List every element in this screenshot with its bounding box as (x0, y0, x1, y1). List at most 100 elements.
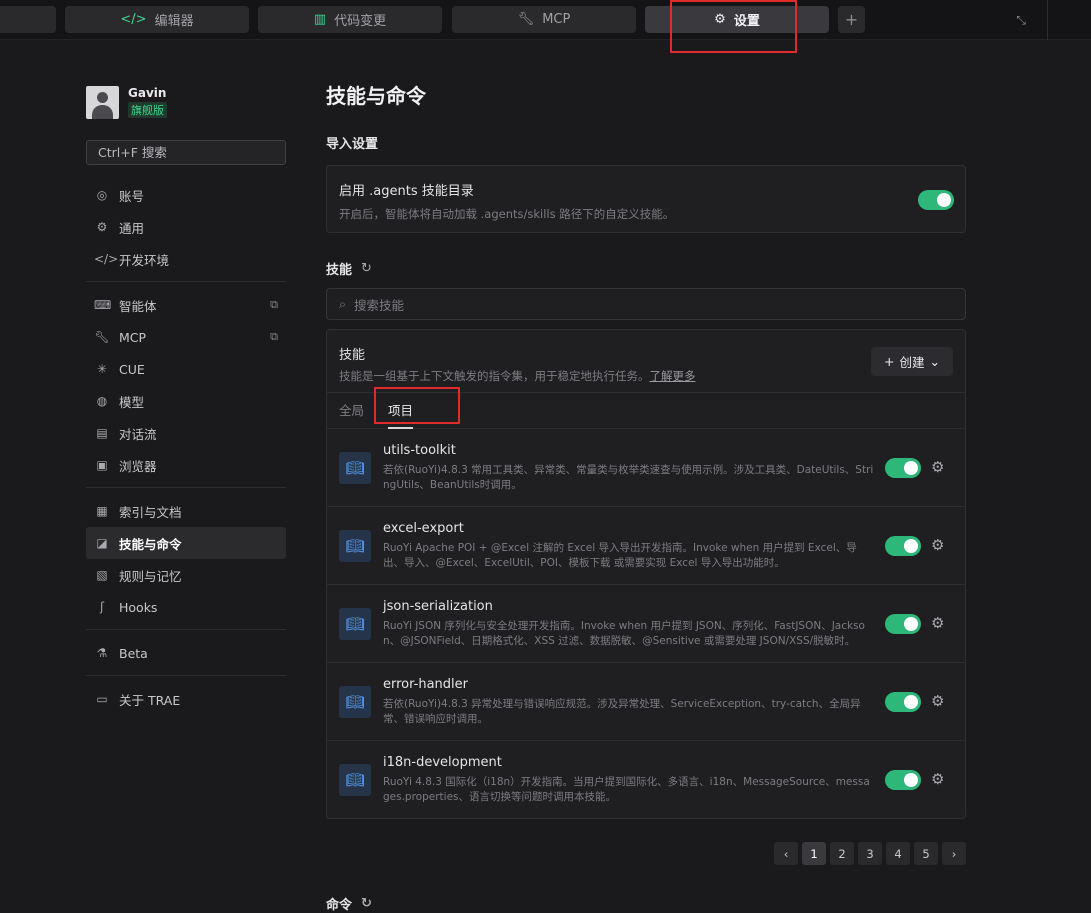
sidebar-item-general[interactable]: ⚙ 通用 (86, 211, 286, 243)
page-button[interactable]: 4 (886, 842, 910, 865)
gear-icon[interactable]: ⚙ (931, 536, 944, 554)
sidebar-item-dev-env[interactable]: </> 开发环境 (86, 243, 286, 275)
tab-previous[interactable] (0, 6, 56, 33)
agents-dir-card: 启用 .agents 技能目录 开启后，智能体将自动加载 .agents/ski… (326, 165, 966, 233)
gear-icon: ⚙ (714, 12, 726, 27)
skill-toggle[interactable] (885, 614, 921, 634)
sidebar-item-model[interactable]: ◍ 模型 (86, 385, 286, 417)
tab-code-changes-label: 代码变更 (334, 14, 387, 29)
tab-mcp[interactable]: 🔧︎ MCP (452, 6, 636, 33)
sidebar-item-about[interactable]: ▭ 关于 TRAE (86, 683, 286, 715)
skills-card-title: 技能 (339, 348, 366, 363)
page-button[interactable]: 3 (858, 842, 882, 865)
diff-icon: ▥ (313, 12, 327, 27)
divider (86, 281, 286, 282)
add-tab-button[interactable]: + (838, 6, 865, 33)
external-window-icon[interactable]: ⧉ (270, 298, 278, 312)
page-button[interactable]: 2 (830, 842, 854, 865)
gear-icon[interactable]: ⚙ (931, 458, 944, 476)
skill-toggle[interactable] (885, 770, 921, 790)
plan-badge: 旗舰版 (128, 102, 167, 118)
sidebar-item-account[interactable]: ◎ 账号 (86, 179, 286, 211)
sidebar-item-label: Beta (119, 645, 148, 661)
skills-search-input[interactable]: ⌕ 搜索技能 (326, 288, 966, 320)
skill-desc: RuoYi JSON 序列化与安全处理开发指南。Invoke when 用户提到… (383, 620, 865, 647)
prev-page-icon[interactable]: ‹ (774, 842, 798, 865)
model-icon: ◍ (96, 394, 108, 408)
sidebar-item-label: 浏览器 (119, 458, 157, 474)
sidebar-item-label: 开发环境 (119, 252, 170, 268)
search-icon: ⌕ (339, 296, 347, 311)
skill-row[interactable]: 📖︎ excel-export RuoYi Apache POI + @Excel … (327, 507, 965, 585)
external-window-icon[interactable]: ⧉ (270, 330, 278, 344)
skill-row[interactable]: 📖︎ utils-toolkit 若依(RuoYi)4.8.3 常用工具类、异常类、… (327, 429, 965, 507)
book-icon: 📖︎ (339, 608, 371, 640)
sidebar-item-label: 智能体 (119, 298, 157, 314)
sidebar-item-hooks[interactable]: ʃ Hooks (86, 591, 286, 623)
sidebar-item-index-docs[interactable]: ▦ 索引与文档 (86, 495, 286, 527)
skill-desc: RuoYi Apache POI + @Excel 注解的 Excel 导入导出… (383, 542, 857, 569)
gear-icon: ⚙ (96, 220, 108, 234)
tab-code-changes[interactable]: ▥ 代码变更 (258, 6, 442, 33)
page-title: 技能与命令 (326, 84, 426, 108)
skills-scope-tabs: 全局 项目 (327, 393, 965, 429)
sidebar-item-beta[interactable]: ⚗ Beta (86, 637, 286, 669)
sidebar-item-skills-commands[interactable]: ◪ 技能与命令 (86, 527, 286, 559)
sidebar-item-label: 技能与命令 (119, 536, 182, 552)
sidebar-item-browser[interactable]: ▣ 浏览器 (86, 449, 286, 481)
sidebar-item-agent[interactable]: ⌨ 智能体 ⧉ (86, 289, 286, 321)
skill-toggle[interactable] (885, 692, 921, 712)
nav-group-account: ◎ 账号 ⚙ 通用 </> 开发环境 (86, 179, 286, 275)
book-icon: 📖︎ (339, 452, 371, 484)
agents-dir-toggle[interactable] (918, 190, 954, 210)
gear-icon[interactable]: ⚙ (931, 614, 944, 632)
tab-global[interactable]: 全局 (339, 393, 364, 429)
sidebar-item-label: 关于 TRAE (119, 692, 181, 708)
gear-icon[interactable]: ⚙ (931, 770, 944, 788)
sidebar-item-cue[interactable]: ✳ CUE (86, 353, 286, 385)
sidebar-item-chat-flow[interactable]: ▤ 对话流 (86, 417, 286, 449)
skill-desc: 若依(RuoYi)4.8.3 异常处理与错误响应规范。涉及异常处理、Servic… (383, 698, 861, 725)
divider (86, 629, 286, 630)
skill-row[interactable]: 📖︎ json-serialization RuoYi JSON 序列化与安全处理开… (327, 585, 965, 663)
skill-list: 📖︎ utils-toolkit 若依(RuoYi)4.8.3 常用工具类、异常类、… (327, 429, 965, 818)
next-page-icon[interactable]: › (942, 842, 966, 865)
refresh-icon[interactable]: ↻ (361, 896, 372, 911)
tab-editor[interactable]: </> 编辑器 (65, 6, 249, 33)
commands-section-title: 命令 (326, 898, 353, 913)
top-tab-bar: </> 编辑器 ▥ 代码变更 🔧︎ MCP ⚙ 设置 + ⤡ (0, 0, 1091, 40)
refresh-icon[interactable]: ↻ (361, 261, 372, 276)
code-icon: </> (94, 252, 119, 266)
tab-project[interactable]: 项目 (388, 393, 414, 429)
import-section-title: 导入设置 (326, 137, 379, 152)
cue-icon: ✳ (96, 362, 108, 376)
sidebar-item-label: 账号 (119, 188, 145, 204)
create-skill-button[interactable]: + 创建 ⌄ (871, 347, 953, 376)
avatar (86, 85, 119, 119)
gear-icon[interactable]: ⚙ (931, 692, 944, 710)
collapse-icon[interactable]: ⤡ (1011, 10, 1031, 30)
pagination: ‹ 1 2 3 4 5 › (774, 842, 966, 865)
sidebar-item-mcp[interactable]: 🔧︎ MCP ⧉ (86, 321, 286, 353)
flask-icon: ⚗ (96, 646, 108, 660)
page-button[interactable]: 5 (914, 842, 938, 865)
sidebar-item-label: 索引与文档 (119, 504, 182, 520)
skills-card: 技能 技能是一组基于上下文触发的指令集，用于稳定地执行任务。了解更多 + 创建 … (326, 329, 966, 819)
skill-row[interactable]: 📖︎ i18n-development RuoYi 4.8.3 国际化（i18n）开… (327, 741, 965, 818)
sidebar-item-label: MCP (119, 329, 147, 345)
settings-search-input[interactable]: Ctrl+F 搜索 (86, 140, 286, 165)
nav-group-agents: ⌨ 智能体 ⧉ 🔧︎ MCP ⧉ ✳ CUE ◍ 模型 ▤ 对话流 ▣ 浏览器 (86, 289, 286, 481)
skill-desc: RuoYi 4.8.3 国际化（i18n）开发指南。当用户提到国际化、多语言、i… (383, 776, 870, 803)
page-button[interactable]: 1 (802, 842, 826, 865)
sidebar-item-rules-memory[interactable]: ▧ 规则与记忆 (86, 559, 286, 591)
tab-editor-label: 编辑器 (154, 14, 194, 29)
skill-toggle[interactable] (885, 458, 921, 478)
commands-header: 命令 ↻ (326, 894, 372, 913)
skill-icon: ◪ (96, 536, 108, 550)
skill-toggle[interactable] (885, 536, 921, 556)
sidebar-item-label: 模型 (119, 394, 145, 410)
sidebar-item-label: 对话流 (119, 426, 157, 442)
skill-row[interactable]: 📖︎ error-handler 若依(RuoYi)4.8.3 异常处理与错误响应规… (327, 663, 965, 741)
learn-more-link[interactable]: 了解更多 (650, 369, 696, 383)
tab-settings[interactable]: ⚙ 设置 (645, 6, 829, 33)
